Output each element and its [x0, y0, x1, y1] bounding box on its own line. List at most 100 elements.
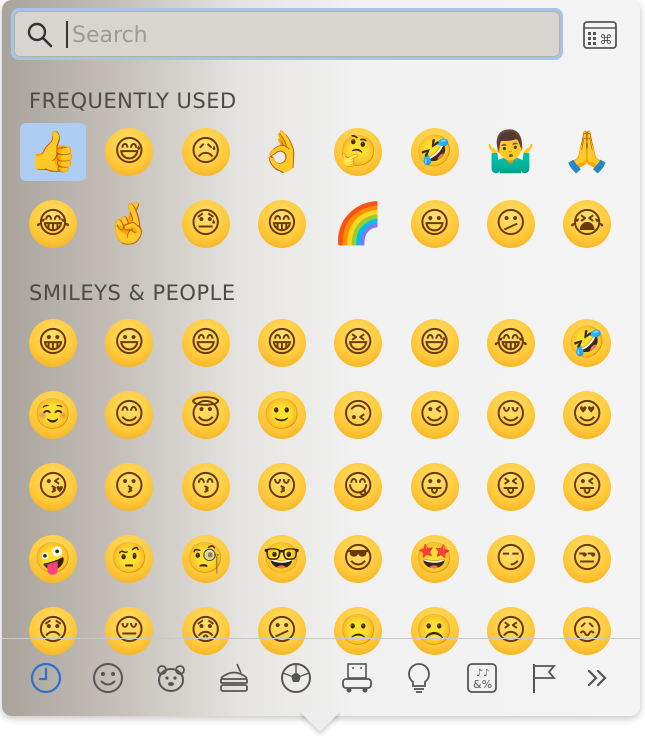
zany-emoji: 🤪: [29, 535, 77, 583]
emoji-cell-man-shrugging[interactable]: 🤷‍♂️: [478, 123, 544, 181]
slightly-smiling-emoji: 🙂: [257, 391, 306, 439]
category-activity-button[interactable]: [275, 657, 317, 699]
text-caret: [66, 21, 68, 48]
crossed-fingers-emoji: 🤞: [104, 201, 155, 247]
emoji-cell-upside-down[interactable]: 🙃: [325, 386, 391, 444]
symbols-icon: ♪ ♪&%: [467, 663, 497, 693]
nerd-emoji: 🤓: [257, 535, 306, 583]
tongue-emoji: 😛: [410, 463, 459, 511]
section-title-smileys-people: SMILEYS & PEOPLE: [29, 281, 236, 305]
category-symbols-button[interactable]: ♪ ♪ &%: [461, 657, 503, 699]
emoji-cell-halo[interactable]: 😇: [173, 386, 239, 444]
search-icon: [27, 22, 53, 48]
emoji-cell-zany[interactable]: 🤪: [20, 530, 86, 588]
category-flags-button[interactable]: [522, 657, 564, 699]
smiling-emoji: ☺️: [29, 391, 77, 439]
ok-hand-emoji: 👌: [256, 129, 307, 175]
emoji-cell-thumbs-up[interactable]: 👍: [20, 123, 86, 181]
confused-emoji: 😕: [486, 200, 535, 248]
emoji-cell-loudly-crying[interactable]: 😭: [554, 195, 620, 253]
svg-text:&%: &%: [473, 678, 492, 691]
tears-of-joy-emoji: 😂: [486, 319, 535, 367]
emoji-cell-nerd[interactable]: 🤓: [249, 530, 315, 588]
emoji-cell-rainbow[interactable]: 🌈: [325, 195, 391, 253]
kissing-closed-eyes-emoji: 😚: [257, 463, 306, 511]
category-more-button[interactable]: [576, 657, 618, 699]
category-animals-button[interactable]: [150, 657, 192, 699]
emoji-cell-unamused[interactable]: 😒: [554, 530, 620, 588]
category-smileys-button[interactable]: [87, 657, 129, 699]
folded-hands-emoji: 🙏: [562, 129, 612, 175]
smileys-icon: [93, 663, 123, 693]
relieved-emoji: 😌: [486, 391, 535, 439]
emoji-cell-grinning[interactable]: 😀: [20, 314, 86, 372]
emoji-cell-winking-tongue[interactable]: 😜: [554, 458, 620, 516]
animals-icon: [157, 665, 185, 692]
emoji-cell-relieved[interactable]: 😌: [478, 386, 544, 444]
emoji-cell-beaming[interactable]: 😁: [249, 195, 315, 253]
winking-emoji: 😉: [410, 391, 459, 439]
search-focus-ring: [11, 8, 563, 60]
grinning-big-eyes-emoji: 😃: [410, 200, 459, 248]
emoji-cell-monocle[interactable]: 🧐: [173, 530, 239, 588]
emoji-cell-grinning-big-eyes[interactable]: 😃: [402, 195, 468, 253]
sad-relieved-emoji: 😥: [181, 128, 230, 176]
grinning-sweat-emoji: 😅: [410, 319, 459, 367]
kissing-smiling-eyes-emoji: 😙: [181, 463, 230, 511]
emoji-cell-squinting-tongue[interactable]: 😝: [478, 458, 544, 516]
emoji-cell-rolling-laughing[interactable]: 🤣: [554, 314, 620, 372]
emoji-cell-tongue[interactable]: 😛: [402, 458, 468, 516]
emoji-cell-heart-eyes[interactable]: 😍: [554, 386, 620, 444]
grinning-smiling-eyes-emoji: 😄: [181, 319, 230, 367]
star-struck-emoji: 🤩: [410, 535, 459, 583]
emoji-cell-beaming[interactable]: 😁: [249, 314, 315, 372]
emoji-cell-sunglasses[interactable]: 😎: [325, 530, 391, 588]
emoji-cell-tears-of-joy[interactable]: 😂: [478, 314, 544, 372]
emoji-cell-star-struck[interactable]: 🤩: [402, 530, 468, 588]
emoji-cell-ok-hand[interactable]: 👌: [249, 123, 315, 181]
halo-emoji: 😇: [181, 391, 230, 439]
winking-tongue-emoji: 😜: [563, 463, 612, 511]
category-recent-button[interactable]: [25, 657, 67, 699]
emoji-cell-grinning-big-eyes[interactable]: 😃: [96, 314, 162, 372]
emoji-cell-confused[interactable]: 😕: [478, 195, 544, 253]
smiling-eyes-emoji: 😊: [105, 391, 154, 439]
character-viewer-icon: ⌘: [583, 21, 617, 49]
emoji-cell-grinning-smiling-eyes[interactable]: 😄: [173, 314, 239, 372]
emoji-cell-raised-eyebrow[interactable]: 🤨: [96, 530, 162, 588]
emoji-cell-rolling-laughing[interactable]: 🤣: [402, 123, 468, 181]
blowing-kiss-emoji: 😘: [29, 463, 77, 511]
emoji-cell-squinting-laughing[interactable]: 😆: [325, 314, 391, 372]
raised-eyebrow-emoji: 🤨: [105, 535, 154, 583]
character-viewer-button[interactable]: ⌘: [582, 20, 618, 50]
search-input[interactable]: [70, 16, 544, 54]
emoji-cell-smirking[interactable]: 😏: [478, 530, 544, 588]
emoji-cell-sad-relieved[interactable]: 😥: [173, 123, 239, 181]
emoji-cell-folded-hands[interactable]: 🙏: [554, 123, 620, 181]
emoji-cell-slightly-smiling[interactable]: 🙂: [249, 386, 315, 444]
popover-pointer: [299, 712, 341, 742]
rolling-laughing-emoji: 🤣: [563, 319, 612, 367]
emoji-cell-kissing[interactable]: 😗: [96, 458, 162, 516]
emoji-cell-thinking[interactable]: 🤔: [325, 123, 391, 181]
category-objects-button[interactable]: [398, 657, 440, 699]
category-travel-button[interactable]: [336, 657, 378, 699]
category-food-button[interactable]: [213, 657, 255, 699]
emoji-cell-crossed-fingers[interactable]: 🤞: [96, 195, 162, 253]
emoji-cell-blowing-kiss[interactable]: 😘: [20, 458, 86, 516]
emoji-cell-smiling[interactable]: ☺️: [20, 386, 86, 444]
emoji-cell-smiling-eyes[interactable]: 😊: [96, 386, 162, 444]
emoji-cell-grinning-sweat[interactable]: 😅: [96, 123, 162, 181]
emoji-cell-winking[interactable]: 😉: [402, 386, 468, 444]
emoji-picker-panel: ⌘ FREQUENTLY USED 👍 😅 😥 👌 🤔 🤣 🤷‍♂️ 🙏 😂 🤞 😓 😁 🌈 😃 😕 😭 SM…: [2, 0, 640, 716]
emoji-cell-savoring-food[interactable]: 😋: [325, 458, 391, 516]
thinking-emoji: 🤔: [334, 128, 383, 176]
man-shrugging-emoji: 🤷‍♂️: [485, 129, 536, 175]
emoji-cell-grinning-sweat[interactable]: 😅: [402, 314, 468, 372]
emoji-cell-kissing-smiling-eyes[interactable]: 😙: [173, 458, 239, 516]
flags-icon: [533, 664, 556, 693]
emoji-cell-kissing-closed-eyes[interactable]: 😚: [249, 458, 315, 516]
emoji-cell-tears-of-joy[interactable]: 😂: [20, 195, 86, 253]
search-field[interactable]: [14, 11, 560, 57]
emoji-cell-downcast-sweat[interactable]: 😓: [173, 195, 239, 253]
